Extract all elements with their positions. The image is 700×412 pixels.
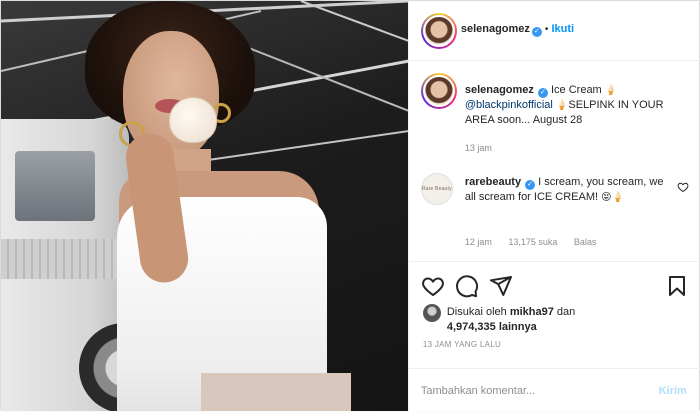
instagram-post: selenagomez ✓ • Ikuti selenagomez ✓ Ice Crea…	[0, 0, 700, 412]
caption-time[interactable]: 13 jam	[465, 143, 492, 153]
likes-count[interactable]: 4,974,335 lainnya	[447, 321, 537, 333]
caption-meta: 13 jam	[465, 143, 506, 153]
comment-username[interactable]: rarebeauty	[465, 176, 521, 188]
likes-conjunction: dan	[556, 306, 576, 318]
ice-cream	[169, 97, 217, 143]
header-avatar[interactable]	[420, 13, 457, 49]
comment-meta: 12 jam 13,175 suka Balas	[465, 237, 611, 247]
post-header: selenagomez ✓ • Ikuti	[408, 1, 700, 61]
separator: •	[544, 24, 549, 35]
ice-cream-emoji-icon: 🍦	[555, 100, 569, 111]
caption-part1: Ice Cream	[550, 84, 602, 96]
caption-username[interactable]: selenagomez	[465, 84, 534, 96]
reply-button[interactable]: Balas	[574, 237, 597, 247]
caption-text: selenagomez ✓ Ice Cream 🍦 @blackpinkoffic…	[465, 83, 665, 128]
mention-link[interactable]: @blackpinkofficial	[465, 99, 553, 111]
header-line: selenagomez ✓ • Ikuti	[461, 23, 574, 37]
ice-cream-emoji-icon: 🍦	[604, 85, 618, 96]
skirt	[201, 373, 351, 411]
post-photo[interactable]	[1, 1, 408, 411]
post-comment-button[interactable]: Kirim	[659, 385, 687, 397]
likes-text: Disukai oleh mikha97 dan 4,974,335 lainn…	[447, 305, 575, 335]
verified-badge-icon: ✓	[537, 88, 548, 98]
comments-section: selenagomez ✓ Ice Cream 🍦 @blackpinkoffic…	[409, 61, 700, 261]
caption-avatar[interactable]	[420, 73, 457, 109]
save-bookmark-icon[interactable]	[665, 274, 689, 298]
comment-item: Rare Beauty rarebeauty ✓ I scream, you sc…	[420, 173, 691, 253]
comment-text: rarebeauty ✓ I scream, you scream, we all…	[465, 175, 665, 205]
like-heart-icon[interactable]	[421, 274, 445, 298]
truck-window	[15, 151, 95, 221]
verified-badge-icon: ✓	[531, 27, 542, 37]
add-comment-bar: Kirim	[408, 368, 700, 412]
post-actions: Disukai oleh mikha97 dan 4,974,335 lainn…	[408, 261, 700, 412]
share-paper-plane-icon[interactable]	[489, 274, 513, 298]
comment-like-heart-icon[interactable]	[677, 181, 689, 193]
avatar	[422, 15, 455, 47]
post-side-panel: selenagomez ✓ • Ikuti selenagomez ✓ Ice Crea…	[407, 1, 700, 412]
truck-grill	[1, 239, 127, 279]
avatar	[422, 75, 455, 107]
caption-block: selenagomez ✓ Ice Cream 🍦 @blackpinkoffic…	[420, 73, 691, 163]
likes-prefix: Disukai oleh	[446, 306, 507, 318]
comment-time[interactable]: 12 jam	[465, 237, 492, 247]
header-username[interactable]: selenagomez	[461, 23, 530, 35]
comment-input[interactable]	[420, 381, 641, 401]
liker-username[interactable]: mikha97	[510, 306, 554, 318]
emoji-icon: 😝🍦	[601, 192, 625, 203]
comment-likes[interactable]: 13,175 suka	[508, 237, 557, 247]
verified-badge-icon: ✓	[525, 180, 536, 190]
comment-bubble-icon[interactable]	[455, 274, 479, 298]
post-time-ago[interactable]: 13 JAM YANG LALU	[423, 340, 501, 349]
rarebeauty-avatar[interactable]: Rare Beauty	[420, 173, 453, 205]
follow-button[interactable]: Ikuti	[551, 23, 574, 35]
liker-avatar[interactable]	[422, 304, 441, 322]
